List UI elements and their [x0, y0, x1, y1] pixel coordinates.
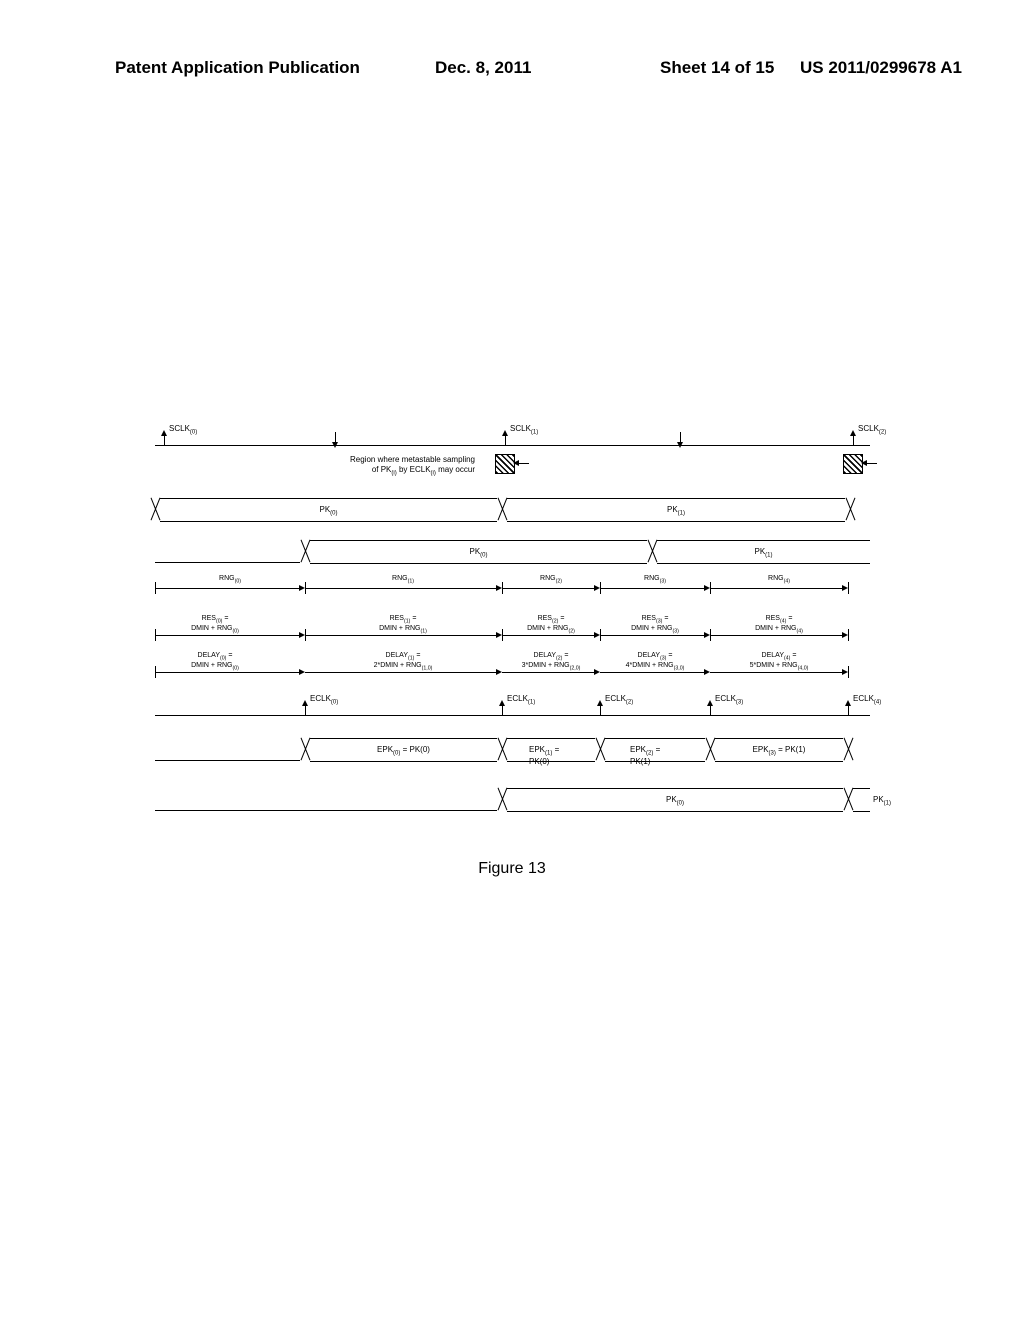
- res-row: RES(0) =DMIN + RNG(0) RES(1) =DMIN + RNG…: [155, 625, 870, 645]
- metastable-arrow: [515, 463, 529, 464]
- sclk1-label: SCLK(1): [510, 424, 538, 436]
- eclk0-label: ECLK(0): [310, 694, 338, 706]
- delay3-label: DELAY(3) =4*DMIN + RNG(3,0): [626, 652, 685, 672]
- res3-label: RES(3) =DMIN + RNG(3): [631, 615, 679, 635]
- res4-label: RES(4) =DMIN + RNG(4): [755, 615, 803, 635]
- epk1-cell: EPK(1) = PK(0): [507, 738, 595, 762]
- eclk4-edge: [848, 702, 849, 716]
- sclk1-edge: [505, 432, 506, 446]
- figure-caption: Figure 13: [478, 860, 546, 878]
- header-pubno: US 2011/0299678 A1: [800, 58, 962, 78]
- sclk0-label: SCLK(0): [169, 424, 197, 436]
- pk0-cell: PK(0): [160, 498, 497, 522]
- pk-source-row: PK(0) PK(1): [155, 498, 870, 520]
- epk2-cell: EPK(2) = PK(1): [605, 738, 705, 762]
- pk1-delayed-cell: PK(1): [657, 540, 870, 564]
- epk3-label: EPK(3) = PK(1): [753, 745, 806, 757]
- sclk2-edge: [853, 432, 854, 446]
- eclk2-label: ECLK(2): [605, 694, 633, 706]
- sclk0-edge: [164, 432, 165, 446]
- pk1-cell: PK(1): [507, 498, 845, 522]
- pk-output-row: PK(0) PK(1): [155, 788, 870, 810]
- epk1-label: EPK(1) = PK(0): [529, 745, 573, 766]
- metastable-label: Region where metastable samplingof PK(i)…: [275, 455, 475, 477]
- pk0-out-label: PK(0): [666, 795, 684, 807]
- header-date: Dec. 8, 2011: [435, 58, 531, 78]
- epk0-label: EPK(0) = PK(0): [377, 745, 430, 757]
- metastable-region-icon: [495, 454, 515, 474]
- eclk1-label: ECLK(1): [507, 694, 535, 706]
- res0-label: RES(0) =DMIN + RNG(0): [191, 615, 239, 635]
- sclk-falling: [335, 432, 336, 446]
- pk0-delayed-label: PK(0): [469, 547, 487, 559]
- delay-row: DELAY(0) =DMIN + RNG(0) DELAY(1) =2*DMIN…: [155, 662, 870, 682]
- epk-row: EPK(0) = PK(0) EPK(1) = PK(0) EPK(2) = P…: [155, 738, 870, 760]
- metastable-arrow2: [863, 463, 877, 464]
- pk1-out-label: PK(1): [873, 795, 891, 807]
- rng2-label: RNG(2): [540, 575, 562, 585]
- eclk3-label: ECLK(3): [715, 694, 743, 706]
- sclk2-label: SCLK(2): [858, 424, 886, 436]
- epk2-label: EPK(2) = PK(1): [630, 745, 680, 766]
- rng0-label: RNG(0): [219, 575, 241, 585]
- eclk2-edge: [600, 702, 601, 716]
- eclk-row: ECLK(0) ECLK(1) ECLK(2) ECLK(3) ECLK(4): [155, 698, 870, 716]
- pk0-out-cell: PK(0): [507, 788, 843, 812]
- eclk0-edge: [305, 702, 306, 716]
- delay1-label: DELAY(1) =2*DMIN + RNG(1,0): [374, 652, 433, 672]
- header-left: Patent Application Publication: [115, 58, 360, 78]
- pk0-delayed-cell: PK(0): [310, 540, 647, 564]
- sclk-falling2: [680, 432, 681, 446]
- delay0-label: DELAY(0) =DMIN + RNG(0): [191, 652, 239, 672]
- metastable-region-icon2: [843, 454, 863, 474]
- pk1-label: PK(1): [667, 505, 685, 517]
- eclk3-edge: [710, 702, 711, 716]
- delay2-label: DELAY(2) =3*DMIN + RNG(2,0): [522, 652, 581, 672]
- sclk-row: SCLK(0) SCLK(1) SCLK(2): [155, 428, 870, 446]
- rng1-label: RNG(1): [392, 575, 414, 585]
- epk0-cell: EPK(0) = PK(0): [310, 738, 497, 762]
- rng-row: RNG(0) RNG(1) RNG(2) RNG(3) RNG(4): [155, 578, 870, 598]
- pk1-out-cell: PK(1): [853, 788, 870, 812]
- rng4-label: RNG(4): [768, 575, 790, 585]
- pk1-delayed-label: PK(1): [754, 547, 772, 559]
- delay4-label: DELAY(4) =5*DMIN + RNG(4,0): [750, 652, 809, 672]
- header-sheet: Sheet 14 of 15: [660, 58, 774, 78]
- pk-delayed-row: PK(0) PK(1): [155, 540, 870, 562]
- pk0-label: PK(0): [319, 505, 337, 517]
- res2-label: RES(2) =DMIN + RNG(2): [527, 615, 575, 635]
- res1-label: RES(1) =DMIN + RNG(1): [379, 615, 427, 635]
- rng3-label: RNG(3): [644, 575, 666, 585]
- eclk1-edge: [502, 702, 503, 716]
- epk3-cell: EPK(3) = PK(1): [715, 738, 843, 762]
- eclk4-label: ECLK(4): [853, 694, 881, 706]
